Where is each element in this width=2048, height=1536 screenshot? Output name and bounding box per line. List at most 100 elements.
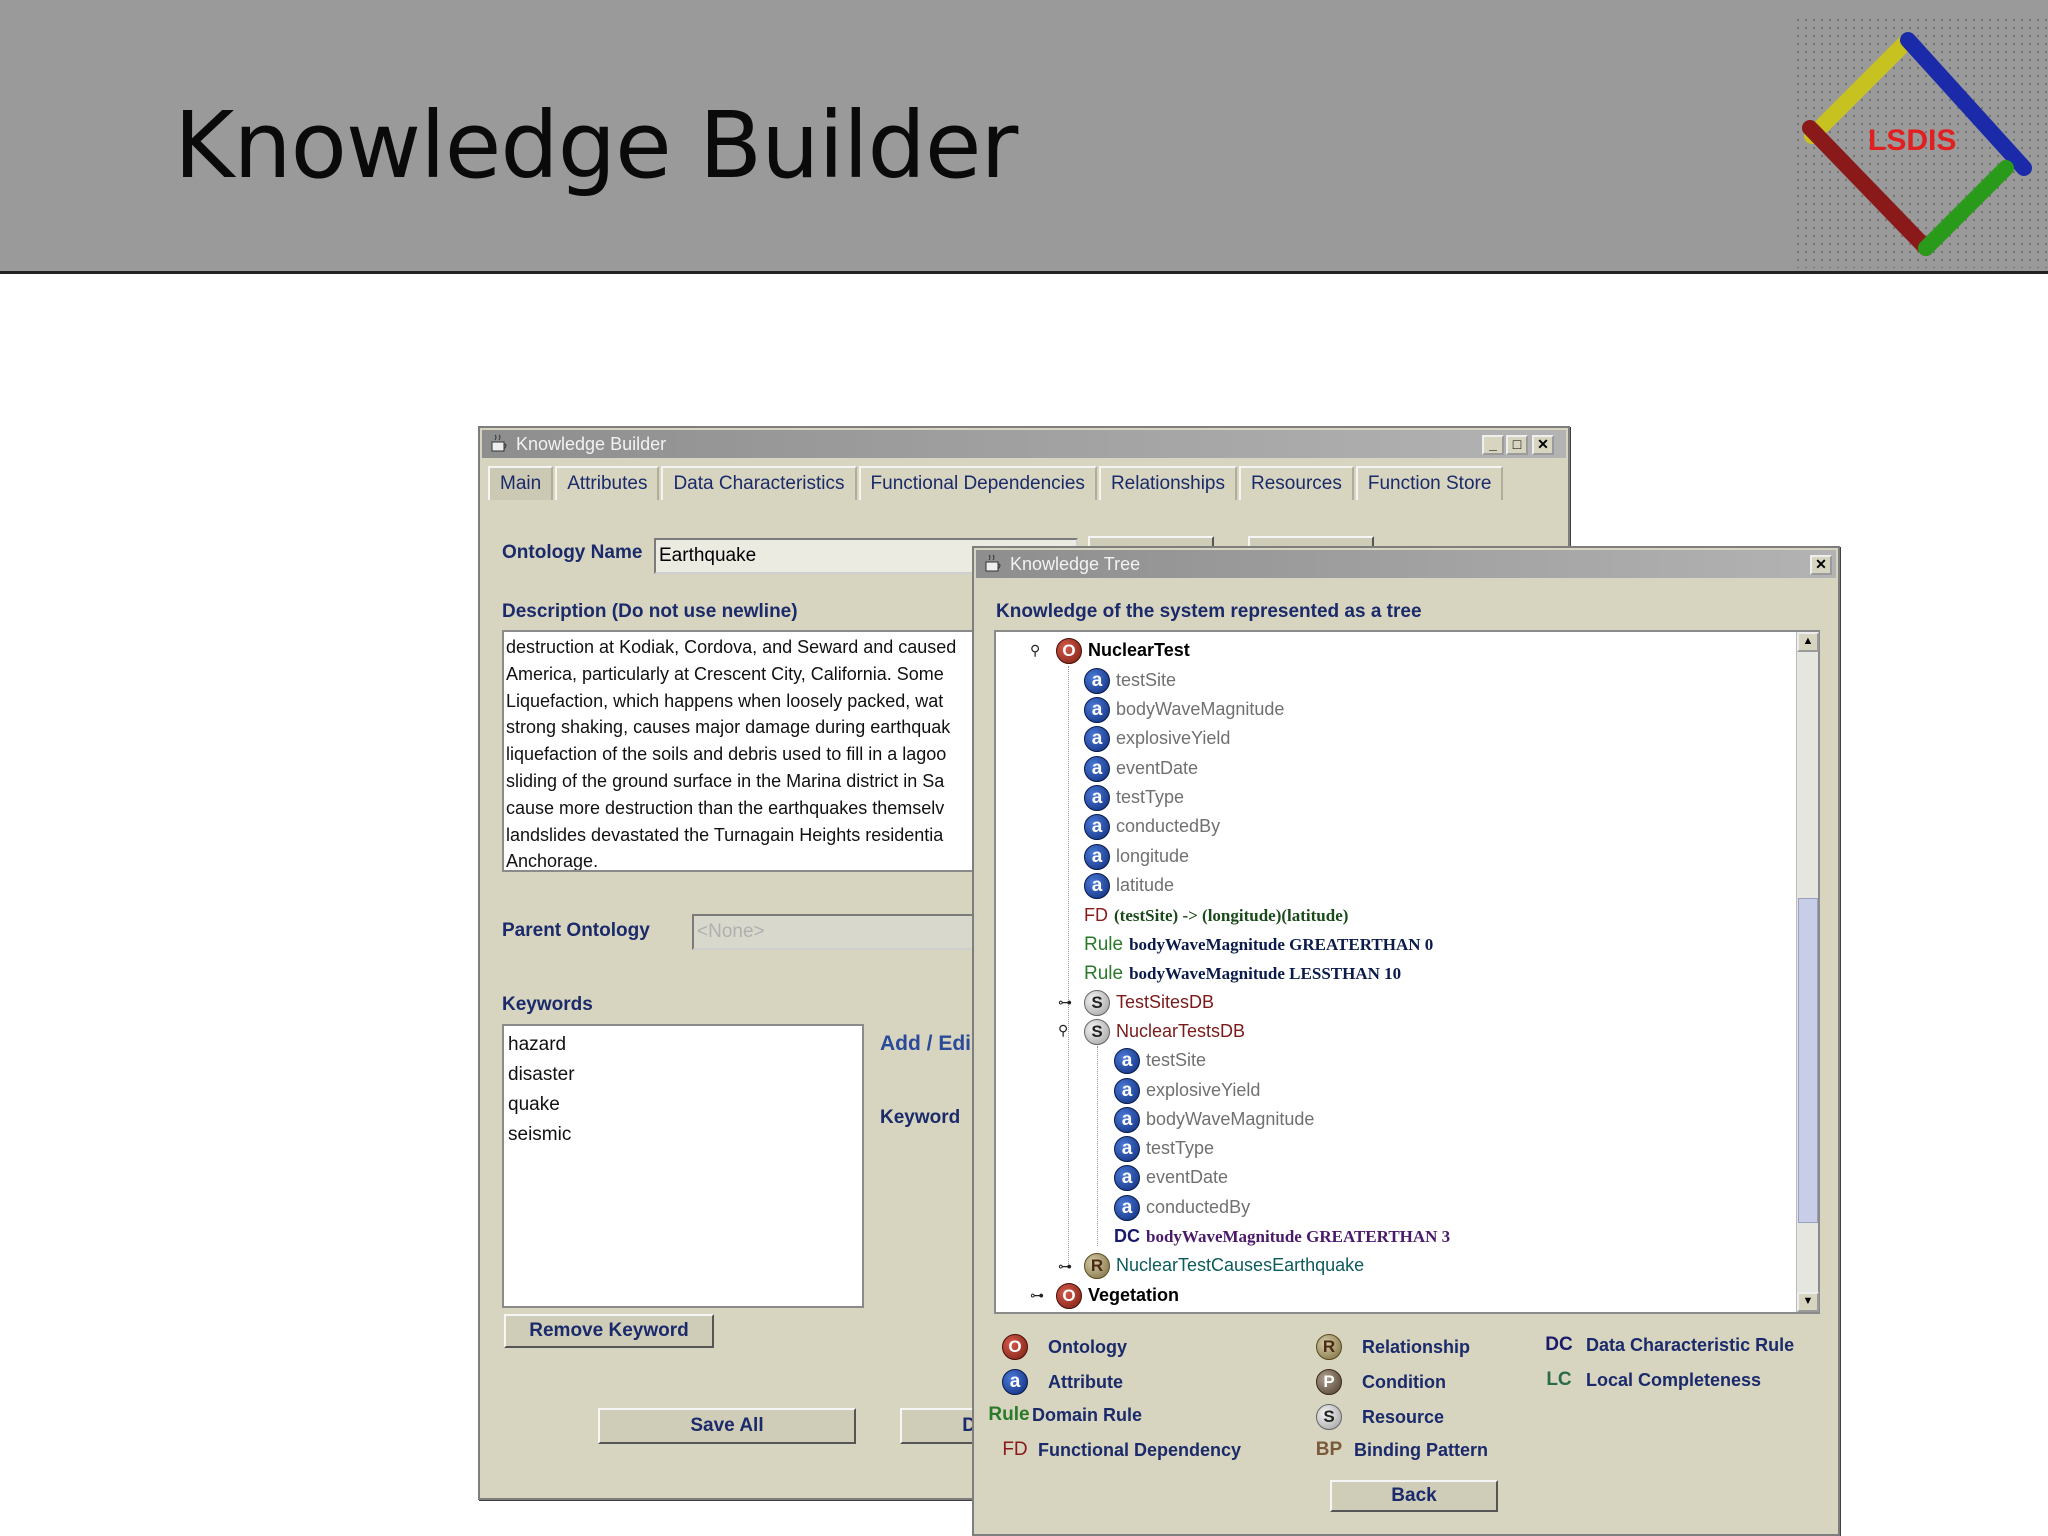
tree-row-resource[interactable]: S TestSitesDB <box>1084 988 1214 1017</box>
tab-data-characteristics[interactable]: Data Characteristics <box>661 466 857 500</box>
slide-header: Knowledge Builder LSDIS <box>0 0 2048 274</box>
legend-condition: P Condition <box>1316 1369 1446 1395</box>
tree-row-attribute[interactable]: a testSite <box>1084 666 1176 695</box>
scroll-up-arrow-icon[interactable]: ▲ <box>1797 632 1819 652</box>
tree-row-label: bodyWaveMagnitude GREATERTHAN 0 <box>1129 934 1434 954</box>
legend-binding-pattern: BP Binding Pattern <box>1308 1439 1488 1461</box>
ontology-icon: O <box>1056 1282 1082 1309</box>
attribute-icon: a <box>1084 755 1110 782</box>
tree-row-label: conductedBy <box>1116 816 1221 836</box>
tree-row-attribute[interactable]: a testType <box>1114 1134 1214 1163</box>
bp-icon: BP <box>1315 1439 1343 1460</box>
legend-domain-rule: Rule Domain Rule <box>988 1404 1142 1426</box>
description-line: America, particularly at Crescent City, … <box>506 663 944 684</box>
attribute-icon: a <box>1114 1194 1140 1221</box>
main-titlebar[interactable]: Knowledge Builder _ □ ✕ <box>482 430 1566 458</box>
legend-data-characteristic-rule: DC Data Characteristic Rule <box>1538 1334 1794 1356</box>
tree-row-data-characteristic[interactable]: DC bodyWaveMagnitude GREATERTHAN 3 <box>1114 1222 1450 1251</box>
keyword-label: Keyword <box>880 1107 961 1128</box>
save-all-button[interactable]: Save All <box>598 1408 856 1444</box>
add-edit-keyword-label: Add / Edi <box>880 1032 971 1055</box>
tree-row-attribute[interactable]: a bodyWaveMagnitude <box>1084 695 1284 724</box>
tree-row-relationship[interactable]: R NuclearTestCausesEarthquake <box>1084 1251 1364 1280</box>
tree-row-attribute[interactable]: a testType <box>1084 783 1184 812</box>
minimize-button[interactable]: _ <box>1482 435 1504 455</box>
tree-row-attribute[interactable]: a latitude <box>1084 871 1174 900</box>
tree-row-attribute[interactable]: a explosiveYield <box>1114 1076 1260 1105</box>
description-textarea[interactable]: destruction at Kodiak, Cordova, and Sewa… <box>502 630 992 872</box>
tree-scrollbar[interactable]: ▲ ▼ <box>1796 632 1819 1312</box>
dc-icon: DC <box>1545 1334 1573 1355</box>
scroll-down-arrow-icon[interactable]: ▼ <box>1797 1292 1819 1312</box>
tree-row-label: longitude <box>1116 846 1190 866</box>
attribute-icon: a <box>1084 696 1110 723</box>
tree-row-resource[interactable]: S NuclearTestsDB <box>1084 1017 1245 1046</box>
parent-ontology-select[interactable]: <None> <box>692 914 992 950</box>
expand-toggle-icon[interactable]: ⊶ <box>1058 1258 1072 1275</box>
legend-label: Data Characteristic Rule <box>1586 1334 1795 1355</box>
main-tab-bar: Main Attributes Data Characteristics Fun… <box>488 466 1505 502</box>
list-item[interactable]: disaster <box>508 1060 858 1090</box>
description-line: sliding of the ground surface in the Mar… <box>506 770 945 791</box>
tab-main[interactable]: Main <box>488 466 554 500</box>
tree-row-label: Vegetation <box>1088 1285 1180 1305</box>
expand-toggle-icon[interactable]: ⊶ <box>1030 1287 1044 1304</box>
slide-title: Knowledge Builder <box>174 92 1018 199</box>
tree-row-label: explosiveYield <box>1146 1080 1261 1100</box>
keywords-list[interactable]: hazard disaster quake seismic <box>502 1024 864 1308</box>
tree-row-attribute[interactable]: a longitude <box>1084 842 1189 871</box>
maximize-button[interactable]: □ <box>1506 435 1528 455</box>
tree-row-attribute[interactable]: a testSite <box>1114 1046 1206 1075</box>
list-item[interactable]: hazard <box>508 1030 858 1060</box>
remove-keyword-button[interactable]: Remove Keyword <box>504 1314 714 1348</box>
fd-icon: FD <box>1084 905 1108 925</box>
close-button[interactable]: ✕ <box>1810 555 1832 575</box>
tab-relationships[interactable]: Relationships <box>1098 466 1238 500</box>
rule-icon: Rule <box>988 1404 1030 1425</box>
legend-ontology: O Ontology <box>996 1334 1127 1360</box>
tree-row-rule[interactable]: Rule bodyWaveMagnitude GREATERTHAN 0 <box>1084 930 1433 959</box>
tree-row-label: NuclearTestCausesEarthquake <box>1116 1255 1365 1275</box>
attribute-icon: a <box>1114 1164 1140 1191</box>
tree-row-rule[interactable]: Rule bodyWaveMagnitude LESSTHAN 10 <box>1084 959 1401 988</box>
tree-row-functional-dependency[interactable]: FD (testSite) -> (longitude)(latitude) <box>1084 901 1348 930</box>
close-button[interactable]: ✕ <box>1532 435 1554 455</box>
tab-attributes[interactable]: Attributes <box>555 466 660 500</box>
legend-label: Domain Rule <box>1032 1404 1143 1425</box>
list-item[interactable]: quake <box>508 1090 858 1120</box>
logo-text: LSDIS <box>1868 124 1956 157</box>
tab-resources[interactable]: Resources <box>1239 466 1354 500</box>
tree-row-attribute[interactable]: a bodyWaveMagnitude <box>1114 1105 1314 1134</box>
tree-row-attribute[interactable]: a eventDate <box>1114 1163 1228 1192</box>
back-button[interactable]: Back <box>1330 1480 1498 1512</box>
tree-row-attribute[interactable]: a conductedBy <box>1084 812 1220 841</box>
legend-label: Local Completeness <box>1586 1369 1762 1390</box>
scroll-thumb[interactable] <box>1798 898 1818 1223</box>
tree-row-label: testType <box>1116 787 1185 807</box>
java-cup-icon <box>985 554 1001 572</box>
tree-guide-line <box>1068 666 1069 1266</box>
tree-row-ontology[interactable]: O Vegetation <box>1056 1281 1179 1310</box>
tree-guide-line <box>1097 1046 1098 1246</box>
tree-titlebar[interactable]: Knowledge Tree ✕ <box>976 550 1836 578</box>
collapse-toggle-icon[interactable]: ⚲ <box>1030 642 1040 659</box>
tab-functional-dependencies[interactable]: Functional Dependencies <box>858 466 1097 500</box>
list-item[interactable]: seismic <box>508 1120 858 1150</box>
tree-row-label: TestSitesDB <box>1116 992 1215 1012</box>
ontology-name-label: Ontology Name <box>502 542 643 563</box>
tree-row-attribute[interactable]: a eventDate <box>1084 754 1198 783</box>
tree-row-attribute[interactable]: a conductedBy <box>1114 1193 1250 1222</box>
tree-row-attribute[interactable]: a explosiveYield <box>1084 724 1230 753</box>
tree-row-label: bodyWaveMagnitude <box>1116 699 1285 719</box>
attribute-icon: a <box>1084 813 1110 840</box>
attribute-icon: a <box>1084 843 1110 870</box>
expand-toggle-icon[interactable]: ⊶ <box>1058 994 1072 1011</box>
tab-function-store[interactable]: Function Store <box>1355 466 1504 500</box>
tree-row-label: explosiveYield <box>1116 728 1231 748</box>
tree-row-label: conductedBy <box>1146 1197 1251 1217</box>
description-label: Description (Do not use newline) <box>502 601 798 622</box>
attribute-icon: a <box>1114 1106 1140 1133</box>
tree-row-ontology[interactable]: O NuclearTest <box>1056 636 1190 665</box>
collapse-toggle-icon[interactable]: ⚲ <box>1058 1022 1068 1039</box>
description-line: Anchorage. <box>506 851 599 872</box>
